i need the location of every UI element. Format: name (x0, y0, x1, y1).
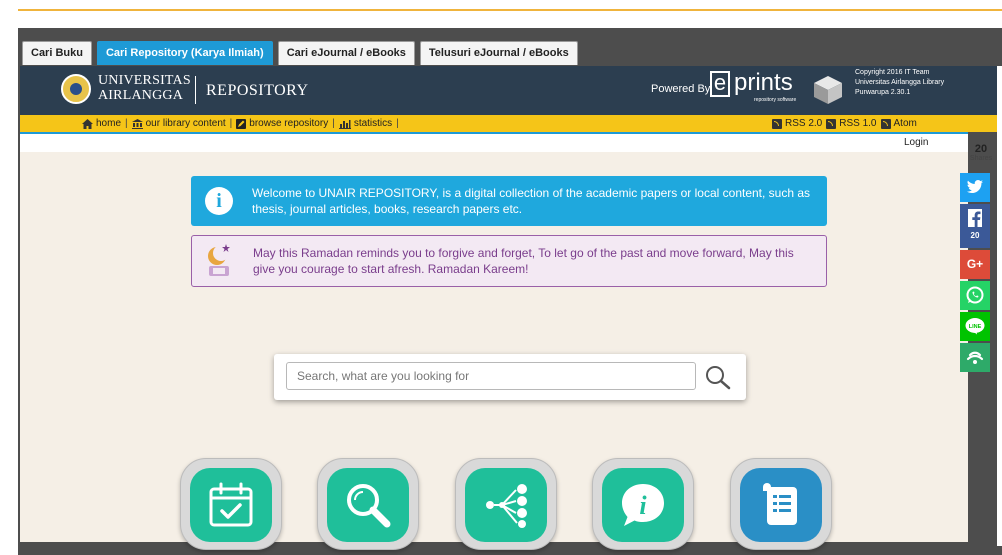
bar-chart-icon (338, 119, 351, 129)
share-count: 20 (974, 143, 988, 155)
university-logo[interactable] (61, 74, 91, 104)
nav-separator: | (332, 118, 335, 129)
copyright-info: Copyright 2016 IT Team Universitas Airla… (855, 68, 944, 98)
nav-statistics-label: statistics (353, 118, 393, 129)
home-icon (82, 118, 93, 129)
whatsapp-share-button[interactable] (960, 281, 990, 310)
powered-by-label: Powered By (651, 83, 711, 95)
twitter-share-button[interactable] (960, 173, 990, 202)
atom-label: Atom (893, 118, 917, 129)
share-label: Shares (969, 155, 993, 162)
tile-scroll[interactable] (730, 458, 832, 550)
login-link[interactable]: Login (904, 137, 928, 148)
line-icon: LINE (965, 318, 985, 335)
facebook-share-button[interactable]: 20 (960, 204, 990, 248)
google-plus-icon: G+ (966, 257, 984, 271)
sharethis-share-button[interactable] (960, 343, 990, 372)
twitter-icon (967, 180, 983, 193)
sharethis-icon (966, 351, 984, 364)
crescent-lantern-icon (208, 244, 230, 276)
main-content: Login i Welcome to UNAIR REPOSITORY, is … (20, 132, 968, 550)
feature-tiles: i (180, 458, 840, 550)
network-icon (486, 484, 527, 528)
google-plus-share-button[interactable]: G+ (960, 250, 990, 279)
whatsapp-icon (966, 286, 984, 304)
university-name-line1: UNIVERSITAS (98, 73, 191, 88)
edit-icon (236, 118, 247, 129)
page-scrollbar[interactable] (997, 66, 1002, 546)
login-strip: Login (20, 134, 968, 152)
nav-separator: | (229, 118, 233, 129)
cube-icon (814, 76, 842, 104)
tile-browse[interactable] (455, 458, 557, 550)
main-navbar: home | our library content | browse repo… (20, 115, 1002, 132)
ramadan-banner: May this Ramadan reminds you to forgive … (191, 235, 827, 287)
rss-icon (772, 118, 782, 129)
university-name[interactable]: UNIVERSITAS AIRLANGGA (98, 73, 191, 103)
atom-icon (880, 118, 891, 129)
ramadan-text: May this Ramadan reminds you to forgive … (253, 246, 794, 276)
rss2-label: RSS 2.0 (785, 118, 823, 129)
browser-frame: Cari Buku Cari Repository (Karya Ilmiah)… (18, 28, 1002, 555)
welcome-text: Welcome to UNAIR REPOSITORY, is a digita… (252, 186, 811, 216)
nav-separator: | (125, 118, 128, 129)
nav-home[interactable]: home (82, 115, 121, 132)
info-speech-icon: i (622, 484, 664, 526)
tile-info[interactable]: i (592, 458, 694, 550)
site-header: UNIVERSITAS AIRLANGGA REPOSITORY Powered… (20, 66, 1002, 115)
scroll-document-icon (763, 483, 797, 525)
copyright-line1: Copyright 2016 IT Team (855, 69, 930, 76)
top-accent-line (18, 9, 1002, 11)
tab-cari-ejournal[interactable]: Cari eJournal / eBooks (277, 41, 415, 65)
search-icon[interactable] (704, 364, 732, 390)
nav-links: home | our library content | browse repo… (82, 115, 399, 132)
tile-search[interactable] (317, 458, 419, 550)
rss1-link[interactable]: RSS 1.0 (826, 115, 877, 132)
rss1-label: RSS 1.0 (839, 118, 877, 129)
rss-icon (826, 118, 837, 129)
svg-text:i: i (639, 491, 647, 520)
line-share-button[interactable]: LINE (960, 312, 990, 341)
copyright-line2: Universitas Airlangga Library (855, 79, 945, 86)
magnifier-icon (347, 484, 391, 528)
facebook-share-count: 20 (970, 231, 980, 240)
facebook-icon (968, 209, 982, 227)
nav-statistics[interactable]: statistics (338, 115, 393, 132)
repository-title[interactable]: REPOSITORY (206, 82, 309, 100)
eprints-logo[interactable]: e prints repository software (710, 71, 802, 103)
rss2-link[interactable]: RSS 2.0 (772, 115, 822, 132)
search-tabs: Cari Buku Cari Repository (Karya Ilmiah)… (22, 41, 578, 65)
search-input[interactable] (286, 362, 696, 390)
eprints-logo-sub: repository software (754, 97, 797, 103)
copyright-line3: Purwarupa 2.30.1 (855, 89, 911, 96)
tab-telusuri-ejournal[interactable]: Telusuri eJournal / eBooks (419, 41, 578, 65)
svg-text:LINE: LINE (969, 324, 982, 330)
eprints-logo-word: prints (734, 69, 793, 96)
info-icon: i (205, 187, 233, 215)
header-divider (195, 76, 196, 104)
nav-browse-repository[interactable]: browse repository (236, 115, 328, 132)
tile-calendar[interactable] (180, 458, 282, 550)
atom-link[interactable]: Atom (880, 115, 917, 132)
nav-separator: | (396, 118, 399, 129)
library-building-icon (131, 118, 143, 129)
nav-home-label: home (96, 118, 122, 129)
welcome-banner: i Welcome to UNAIR REPOSITORY, is a digi… (191, 176, 827, 226)
university-name-line2: AIRLANGGA (98, 88, 184, 103)
eprints-logo-e: e (710, 71, 730, 97)
search-panel (274, 354, 746, 400)
nav-library-content[interactable]: our library content (131, 115, 226, 132)
calendar-check-icon (209, 482, 253, 527)
nav-library-content-label: our library content (145, 118, 226, 129)
tab-cari-repository[interactable]: Cari Repository (Karya Ilmiah) (96, 41, 273, 65)
nav-browse-repository-label: browse repository (249, 118, 329, 129)
tab-cari-buku[interactable]: Cari Buku (22, 41, 92, 65)
feed-links: RSS 2.0 RSS 1.0 Atom (772, 115, 917, 132)
